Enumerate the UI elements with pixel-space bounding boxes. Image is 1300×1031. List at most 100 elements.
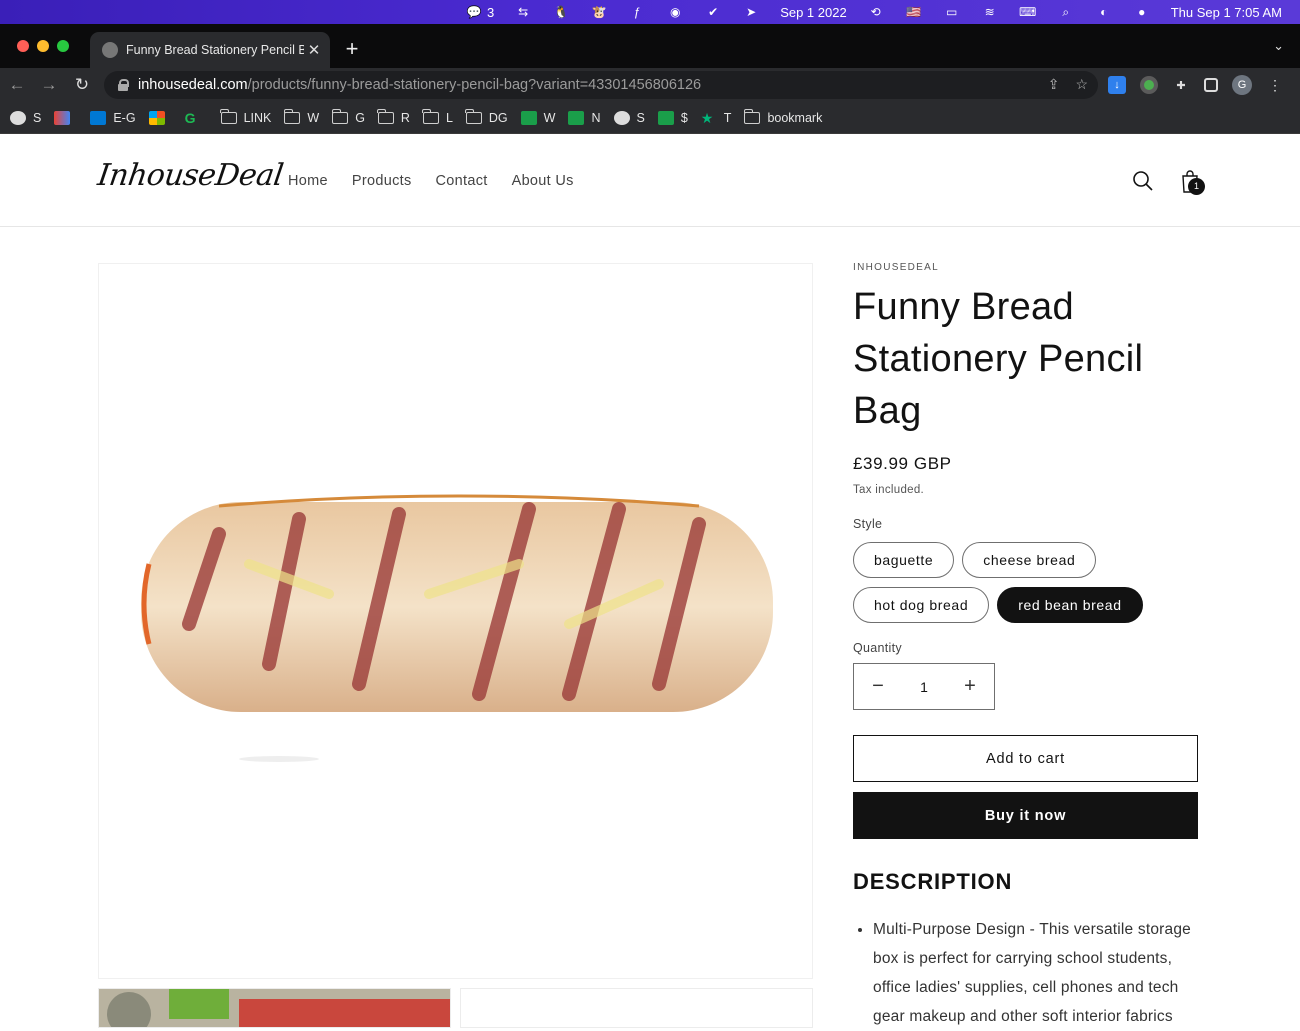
forward-button[interactable]: → xyxy=(38,74,60,96)
wechat-icon: 💬 xyxy=(466,5,482,19)
folder-icon xyxy=(331,108,349,124)
menubar-app-icon[interactable]: 🐮 xyxy=(590,5,608,19)
puzzle-icon[interactable]: ✚ xyxy=(1172,76,1190,94)
green-dot-extension-icon[interactable] xyxy=(1140,76,1158,94)
lock-icon[interactable] xyxy=(118,79,129,91)
style-option-hot-dog-bread[interactable]: hot dog bread xyxy=(853,587,990,623)
quantity-input[interactable]: 1 xyxy=(920,679,928,695)
bookmark-item[interactable]: S xyxy=(613,110,645,125)
globe-icon xyxy=(102,42,118,58)
menubar-app-icon[interactable]: ✔ xyxy=(704,5,722,19)
bread-pencil-bag-image xyxy=(141,494,773,762)
globe-icon xyxy=(10,110,26,125)
increase-quantity-button[interactable]: + xyxy=(946,675,994,698)
bookmark-item[interactable]: S xyxy=(10,110,41,125)
description-item: Multi-Purpose Design - This versatile st… xyxy=(873,915,1198,1031)
time-machine-icon: ⟲ xyxy=(870,5,881,19)
close-tab-icon[interactable]: ✕ xyxy=(304,41,324,59)
nav-products[interactable]: Products xyxy=(352,173,412,189)
new-tab-button[interactable]: + xyxy=(342,36,362,62)
quantity-label: Quantity xyxy=(853,641,902,655)
nav-about-us[interactable]: About Us xyxy=(512,173,574,189)
wifi-status[interactable]: ≋ xyxy=(981,5,999,19)
battery-status[interactable]: ▭ xyxy=(943,5,961,19)
style-option-baguette[interactable]: baguette xyxy=(853,542,955,578)
menubar-clock[interactable]: Thu Sep 1 7:05 AM xyxy=(1171,5,1282,20)
bookmark-item[interactable]: $ xyxy=(657,110,688,125)
bookmark-folder[interactable]: G xyxy=(331,108,365,125)
tab-search-chevron-icon[interactable]: ⌄ xyxy=(1273,38,1284,54)
wechat-status[interactable]: 💬 3 xyxy=(465,5,494,20)
nav-home[interactable]: Home xyxy=(288,173,328,189)
control-center[interactable]: ◐ xyxy=(1095,5,1113,19)
bookmark-item[interactable] xyxy=(148,110,172,125)
menubar-app-icon[interactable]: ⇆ xyxy=(514,5,532,19)
battery-icon: ▭ xyxy=(946,5,958,19)
back-button[interactable]: ← xyxy=(6,74,28,96)
bookmark-folder[interactable]: W xyxy=(283,108,319,125)
siri-icon: ● xyxy=(1138,5,1146,19)
bookmark-folder[interactable]: DG xyxy=(465,108,508,125)
tax-note: Tax included. xyxy=(853,484,925,496)
address-bar[interactable]: inhousedeal.com/products/funny-bread-sta… xyxy=(104,71,1098,99)
omnibox-actions: ⇪ ☆ xyxy=(1048,76,1088,93)
menubar-app-icon[interactable]: ◉ xyxy=(666,5,684,19)
bookmark-item[interactable]: N xyxy=(568,110,601,125)
search-icon[interactable] xyxy=(1132,170,1154,192)
cow-icon: 🐮 xyxy=(591,5,607,19)
bookmark-item[interactable]: W xyxy=(520,110,555,125)
style-option-cheese-bread[interactable]: cheese bread xyxy=(962,542,1097,578)
reload-button[interactable]: ↻ xyxy=(71,74,93,96)
quantity-stepper: − 1 + xyxy=(853,663,995,710)
bookmark-item[interactable]: ★ T xyxy=(701,111,732,125)
share-icon[interactable]: ⇪ xyxy=(1048,76,1060,93)
bookmark-folder[interactable]: R xyxy=(377,108,410,125)
style-option-red-bean-bread[interactable]: red bean bread xyxy=(997,587,1143,623)
product-thumbnail[interactable] xyxy=(460,988,813,1028)
close-window-button[interactable] xyxy=(17,40,29,52)
menubar-date[interactable]: Sep 1 2022 xyxy=(780,5,847,20)
product-main-image[interactable] xyxy=(98,263,813,979)
gmail-icon xyxy=(54,110,71,125)
profile-avatar[interactable]: G xyxy=(1232,75,1252,95)
input-source[interactable]: 🇺🇸 xyxy=(905,5,923,19)
site-logo[interactable]: InhouseDeal xyxy=(96,158,286,193)
description-list: Multi-Purpose Design - This versatile st… xyxy=(853,915,1198,1031)
menubar-app-icon[interactable]: 🐧 xyxy=(552,5,570,19)
product-thumbnail[interactable] xyxy=(98,988,451,1028)
spotlight[interactable]: ⌕ xyxy=(1057,5,1075,19)
bookmark-folder[interactable]: L xyxy=(422,108,453,125)
main-nav: Home Products Contact About Us xyxy=(288,173,574,189)
bookmark-item[interactable]: G xyxy=(185,111,208,125)
add-to-cart-button[interactable]: Add to cart xyxy=(853,735,1198,782)
browser-tab-active[interactable]: Funny Bread Stationery Pencil Bag ✕ xyxy=(90,32,330,68)
grammarly-icon: G xyxy=(184,109,196,126)
menubar-app-icon[interactable]: ⟲ xyxy=(867,5,885,19)
kebab-menu-icon[interactable]: ⋮ xyxy=(1266,76,1284,94)
bookmark-folder[interactable]: LINK xyxy=(220,108,271,125)
style-options: baguette cheese bread hot dog bread red … xyxy=(853,542,1183,623)
bookmark-item[interactable]: E-G xyxy=(90,110,136,125)
menubar-app-icon[interactable]: ⌨ xyxy=(1019,5,1037,19)
qq-icon: 🐧 xyxy=(553,5,569,19)
bookmark-star-icon[interactable]: ☆ xyxy=(1075,76,1088,93)
check-icon: ✔ xyxy=(708,5,719,19)
decrease-quantity-button[interactable]: − xyxy=(854,675,902,698)
teamviewer-icon: ⇆ xyxy=(518,5,529,19)
menubar-app-icon[interactable]: ƒ xyxy=(628,5,646,19)
bookmark-item[interactable] xyxy=(54,110,77,125)
download-extension-icon[interactable]: ↓ xyxy=(1108,76,1126,94)
buy-it-now-button[interactable]: Buy it now xyxy=(853,792,1198,839)
menubar-app-icon[interactable]: ➤ xyxy=(742,5,760,19)
minimize-window-button[interactable] xyxy=(37,40,49,52)
line-icon: ◉ xyxy=(669,5,681,19)
send-icon: ➤ xyxy=(746,5,757,19)
folder-icon xyxy=(220,108,237,124)
side-panel-icon[interactable] xyxy=(1204,78,1218,92)
control-center-icon: ◐ xyxy=(1100,5,1108,19)
siri[interactable]: ● xyxy=(1133,5,1151,19)
folder-icon xyxy=(743,108,761,124)
bookmark-folder[interactable]: bookmark xyxy=(743,108,822,125)
nav-contact[interactable]: Contact xyxy=(436,173,488,189)
zoom-window-button[interactable] xyxy=(57,40,69,52)
